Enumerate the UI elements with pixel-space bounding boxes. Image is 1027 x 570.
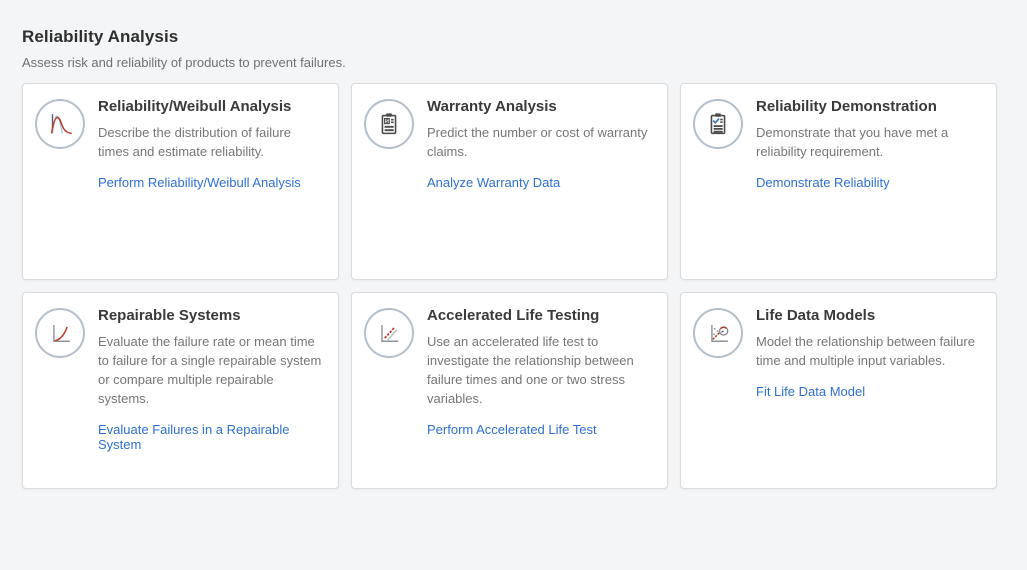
card-description: Demonstrate that you have met a reliabil… [756, 123, 980, 161]
perform-accelerated-life-test-link[interactable]: Perform Accelerated Life Test [427, 422, 597, 437]
perform-reliability-weibull-analysis-link[interactable]: Perform Reliability/Weibull Analysis [98, 175, 301, 190]
weibull-distribution-icon [35, 99, 85, 149]
card-body: Accelerated Life Testing Use an accelera… [427, 306, 651, 439]
analyze-warranty-data-link[interactable]: Analyze Warranty Data [427, 175, 560, 190]
card-warranty-analysis: $ Warranty Analysis Predict the number o… [351, 83, 668, 280]
svg-text:$: $ [385, 119, 388, 125]
card-title: Repairable Systems [98, 306, 322, 326]
card-body: Repairable Systems Evaluate the failure … [98, 306, 322, 454]
analysis-cards-grid: Reliability/Weibull Analysis Describe th… [22, 83, 1027, 489]
page-header: Reliability Analysis Assess risk and rel… [22, 26, 1027, 71]
card-description: Describe the distribution of failure tim… [98, 123, 322, 161]
card-reliability-weibull-analysis: Reliability/Weibull Analysis Describe th… [22, 83, 339, 280]
card-description: Use an accelerated life test to investig… [427, 332, 651, 408]
evaluate-failures-repairable-system-link[interactable]: Evaluate Failures in a Repairable System [98, 422, 322, 452]
card-title: Warranty Analysis [427, 97, 651, 117]
card-life-data-models: Life Data Models Model the relationship … [680, 292, 997, 489]
card-description: Model the relationship between failure t… [756, 332, 980, 370]
card-title: Reliability Demonstration [756, 97, 980, 117]
card-body: Warranty Analysis Predict the number or … [427, 97, 651, 192]
card-title: Reliability/Weibull Analysis [98, 97, 322, 117]
page-subtitle: Assess risk and reliability of products … [22, 54, 1027, 71]
demonstrate-reliability-link[interactable]: Demonstrate Reliability [756, 175, 890, 190]
warranty-clipboard-icon: $ [364, 99, 414, 149]
card-accelerated-life-testing: Accelerated Life Testing Use an accelera… [351, 292, 668, 489]
card-description: Predict the number or cost of warranty c… [427, 123, 651, 161]
page-title: Reliability Analysis [22, 26, 1027, 48]
card-description: Evaluate the failure rate or mean time t… [98, 332, 322, 408]
card-title: Accelerated Life Testing [427, 306, 651, 326]
trend-lines-icon [364, 308, 414, 358]
fit-life-data-model-link[interactable]: Fit Life Data Model [756, 384, 865, 399]
card-body: Life Data Models Model the relationship … [756, 306, 980, 401]
growth-curve-icon [35, 308, 85, 358]
card-title: Life Data Models [756, 306, 980, 326]
card-reliability-demonstration: Reliability Demonstration Demonstrate th… [680, 83, 997, 280]
checklist-clipboard-icon [693, 99, 743, 149]
card-body: Reliability Demonstration Demonstrate th… [756, 97, 980, 192]
regression-gauge-icon [693, 308, 743, 358]
card-body: Reliability/Weibull Analysis Describe th… [98, 97, 322, 192]
card-repairable-systems: Repairable Systems Evaluate the failure … [22, 292, 339, 489]
